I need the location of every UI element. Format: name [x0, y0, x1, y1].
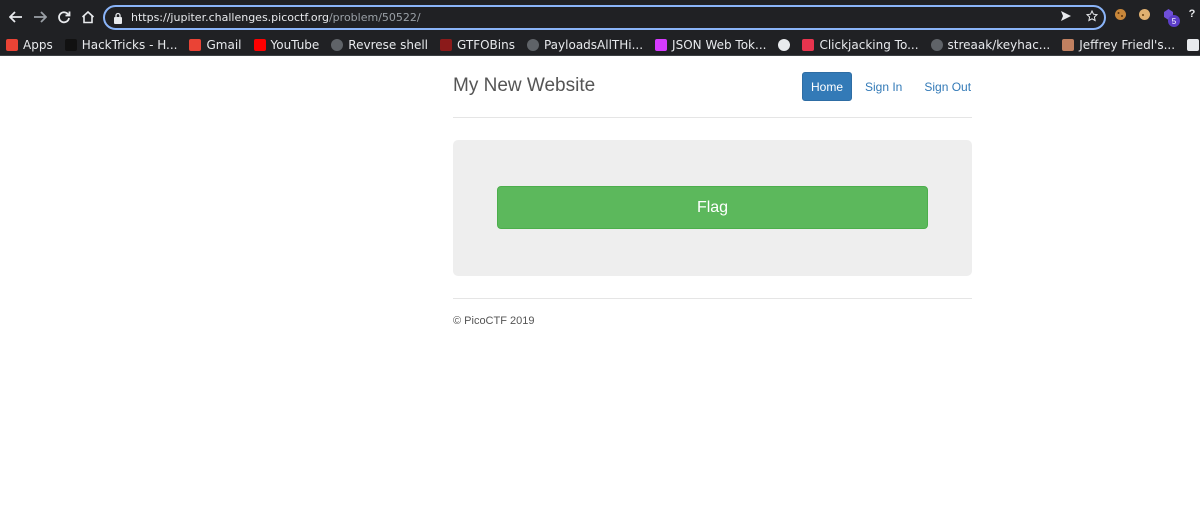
site-nav: Home Sign In Sign Out: [802, 72, 971, 101]
cookie-editor-icon[interactable]: [1136, 6, 1152, 22]
header-divider: [453, 117, 972, 118]
home-icon[interactable]: [76, 5, 100, 29]
bookmark-item[interactable]: GTFOBins: [434, 35, 521, 55]
bookmark-label: Gmail: [206, 38, 242, 52]
bookmark-item[interactable]: streaak/keyhac...: [925, 35, 1057, 55]
url-text: https://jupiter.challenges.picoctf.org/p…: [131, 11, 421, 24]
github-icon: [526, 39, 539, 51]
star-icon[interactable]: [1086, 10, 1098, 22]
bookmark-item[interactable]: Revrese shell: [325, 35, 434, 55]
nav-home-button[interactable]: Home: [802, 72, 852, 101]
youtube-icon: [253, 39, 266, 51]
back-arrow-icon[interactable]: [4, 5, 28, 29]
bookmark-label: Apps: [23, 38, 53, 52]
nav-sign-in-link[interactable]: Sign In: [865, 80, 902, 94]
jwt-icon: [655, 39, 668, 51]
bookmark-label: Jeffrey Friedl's...: [1079, 38, 1176, 52]
github-icon: [331, 39, 344, 51]
url-path: /problem/50522/: [328, 11, 421, 24]
flag-button[interactable]: Flag: [497, 186, 928, 229]
bookmark-label: PayloadsAllTHi...: [543, 38, 644, 52]
hacktricks-icon: [64, 39, 77, 51]
bookmark-item[interactable]: Clickjacking To...: [796, 35, 924, 55]
address-bar[interactable]: https://jupiter.challenges.picoctf.org/p…: [103, 5, 1106, 30]
extension-badge: 5: [1168, 15, 1180, 27]
footer-divider: [453, 298, 972, 299]
jumbotron: Flag: [453, 140, 972, 276]
lock-icon: [114, 12, 122, 24]
avatar-icon: [1062, 39, 1075, 51]
gmail-icon: [189, 39, 202, 51]
footer-copyright: © PicoCTF 2019: [453, 315, 535, 327]
help-icon[interactable]: ?: [1184, 6, 1200, 22]
bi0s-icon: [1187, 39, 1200, 51]
github-icon: [930, 39, 943, 51]
send-icon[interactable]: [1060, 10, 1072, 22]
clickjacking-icon: [802, 39, 815, 51]
browser-toolbar: https://jupiter.challenges.picoctf.org/p…: [0, 0, 1200, 35]
bookmark-item[interactable]: bi0s wiki-CTF: [1181, 35, 1200, 55]
bookmark-item[interactable]: Gmail: [183, 35, 247, 55]
url-host: https://jupiter.challenges.picoctf.org: [131, 11, 329, 24]
gtfobins-icon: [440, 39, 452, 51]
bookmark-item[interactable]: HackTricks - H...: [59, 35, 184, 55]
bookmark-label: GTFOBins: [457, 38, 515, 52]
bookmark-label: streaak/keyhac...: [947, 38, 1051, 52]
bookmark-item[interactable]: [772, 35, 796, 55]
forward-arrow-icon[interactable]: [28, 5, 52, 29]
bookmark-item[interactable]: Apps: [0, 35, 59, 55]
bookmark-label: HackTricks - H...: [81, 38, 178, 52]
bookmarks-bar: Apps HackTricks - H... Gmail YouTube Revrese…: [0, 35, 1200, 56]
bookmark-item[interactable]: JSON Web Tok...: [649, 35, 772, 55]
globe-icon: [778, 39, 791, 51]
apps-grid-icon: [6, 39, 18, 51]
reload-icon[interactable]: [52, 5, 76, 29]
bookmark-label: YouTube: [270, 38, 320, 52]
bookmark-item[interactable]: YouTube: [248, 35, 326, 55]
extension-icon[interactable]: 5: [1160, 6, 1180, 27]
bookmark-item[interactable]: Jeffrey Friedl's...: [1056, 35, 1181, 55]
bookmark-label: JSON Web Tok...: [672, 38, 767, 52]
bookmark-label: Clickjacking To...: [819, 38, 919, 52]
cookie-extension-icon[interactable]: [1112, 6, 1128, 22]
site-title: My New Website: [453, 75, 596, 96]
bookmark-item[interactable]: PayloadsAllTHi...: [521, 35, 649, 55]
bookmark-label: Revrese shell: [348, 38, 428, 52]
nav-sign-out-link[interactable]: Sign Out: [924, 80, 971, 94]
